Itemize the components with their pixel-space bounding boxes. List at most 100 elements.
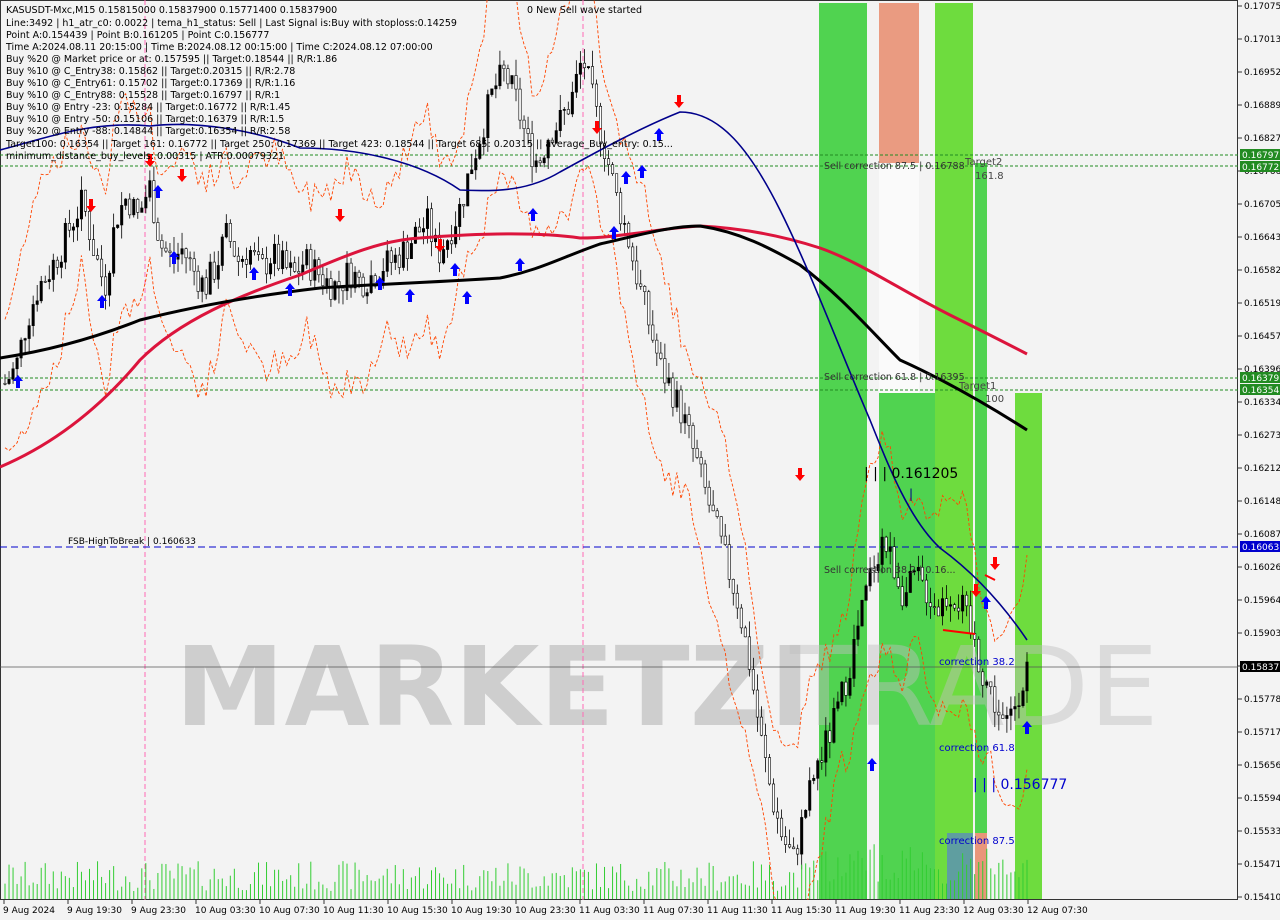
- y-tick-label: 0.16148: [1244, 497, 1280, 507]
- candle-body: [864, 585, 868, 601]
- candle-body: [59, 261, 63, 268]
- candle-body: [442, 249, 446, 264]
- candle-body: [136, 198, 140, 213]
- green-zone-3: [935, 3, 973, 899]
- candle-body: [256, 251, 260, 255]
- y-tick-label: 0.15778: [1244, 695, 1280, 705]
- candle-body: [844, 681, 848, 696]
- sell-correction-382: Sell correction 38.2 | 0.16...: [824, 565, 956, 576]
- candle-body: [277, 243, 281, 270]
- x-tick-label: 10 Aug 15:30: [387, 906, 448, 916]
- candle-body: [570, 91, 574, 115]
- candle-body: [269, 263, 273, 275]
- candle-body: [558, 109, 562, 131]
- info-line-10: Buy %20 @ Entry -88: 0.14844 || Target:0…: [6, 126, 290, 137]
- info-line-1: Line:3492 | h1_atr_c0: 0.0022 | tema_h1_…: [6, 18, 457, 29]
- price-axis[interactable]: 0.17075 0.17013 0.16952 0.16889 0.16827 0.167…: [1238, 0, 1280, 903]
- candle-body: [196, 270, 200, 292]
- candle-body: [470, 169, 474, 175]
- candle-body: [699, 457, 703, 465]
- candle-body: [703, 463, 707, 488]
- candle-body: [393, 254, 397, 263]
- candle-body: [273, 243, 277, 264]
- candle-body: [619, 192, 623, 225]
- candle-body: [969, 605, 973, 634]
- candle-body: [924, 579, 928, 604]
- x-tick-label: 10 Aug 11:30: [323, 906, 384, 916]
- time-axis[interactable]: 9 Aug 2024 9 Aug 19:30 9 Aug 23:30 10 Aug 0…: [0, 900, 1280, 920]
- candle-body: [945, 598, 949, 607]
- candle-body: [140, 207, 144, 213]
- candle-body: [900, 586, 904, 607]
- candle-body: [180, 248, 184, 255]
- candle-body: [832, 708, 836, 743]
- info-line-3: Time A:2024.08.11 20:15:00 | Time B:2024…: [5, 42, 433, 53]
- candle-body: [659, 352, 663, 359]
- candle-body: [518, 88, 522, 121]
- x-tick-label: 11 Aug 15:30: [771, 906, 832, 916]
- candle-body: [168, 250, 172, 253]
- candle-body: [462, 203, 466, 207]
- candle-body: [184, 248, 188, 259]
- candle-body: [776, 811, 780, 819]
- candle-body: [401, 241, 405, 268]
- candle-body: [739, 607, 743, 629]
- candle-body: [989, 681, 993, 688]
- info-line-5: Buy %10 @ C_Entry38: 0.15862 || Target:0…: [6, 66, 295, 77]
- info-line-11: Target100: 0.16354 || Target 161: 0.1677…: [5, 139, 673, 150]
- candle-body: [526, 128, 530, 134]
- candle-body: [1017, 705, 1021, 707]
- candle-body: [365, 292, 369, 297]
- fsb-label: FSB-HighToBreak | 0.160633: [68, 537, 196, 547]
- candle-body: [79, 189, 83, 220]
- candle-body: [261, 254, 265, 259]
- wave-status: 0 New Sell wave started: [527, 5, 642, 16]
- candle-body: [248, 250, 252, 265]
- x-tick-label: 9 Aug 19:30: [67, 906, 122, 916]
- candle-body: [856, 625, 860, 640]
- y-tick-label: 0.17013: [1244, 35, 1280, 45]
- candle-body: [112, 227, 116, 274]
- candle-body: [1001, 714, 1005, 719]
- target1-label: Target1: [958, 381, 996, 392]
- y-tick-label: 0.15533: [1244, 827, 1280, 837]
- candle-body: [711, 504, 715, 512]
- candle-body: [651, 324, 655, 341]
- candle-body: [31, 304, 35, 326]
- price-chart[interactable]: MARKETZI TRADE KASUSDT-Mxc,M15 0.1581500…: [0, 0, 1280, 924]
- candle-body: [707, 486, 711, 506]
- candle-body: [735, 592, 739, 609]
- info-line-2: Point A:0.154439 | Point B:0.161205 | Po…: [6, 30, 269, 41]
- candle-body: [11, 368, 15, 380]
- candle-body: [643, 286, 647, 293]
- y-tick-label: 0.17075: [1244, 2, 1280, 12]
- candle-body: [116, 224, 120, 228]
- candle-body: [751, 669, 755, 691]
- candle-body: [800, 817, 804, 855]
- chart-window[interactable]: MARKETZI TRADE KASUSDT-Mxc,M15 0.1581500…: [0, 0, 1280, 924]
- y-tick-label: 0.16026: [1244, 563, 1280, 573]
- candle-body: [623, 223, 627, 225]
- candle-body: [71, 226, 75, 231]
- candle-body: [860, 599, 864, 627]
- candle-body: [252, 250, 256, 253]
- candle-body: [985, 681, 989, 686]
- candle-body: [156, 222, 160, 241]
- candle-body: [949, 604, 953, 607]
- candle-body: [747, 636, 751, 670]
- candle-body: [723, 535, 727, 545]
- correction-618-label: correction 61.8: [939, 743, 1015, 754]
- candle-body: [474, 158, 478, 171]
- y-tick-label: 0.15717: [1244, 728, 1280, 738]
- candle-body: [164, 247, 168, 252]
- y-tick-label: 0.16273: [1244, 431, 1280, 441]
- y-tick-label: 0.16334: [1244, 398, 1280, 408]
- candle-body: [1013, 706, 1017, 710]
- candle-body: [538, 160, 542, 164]
- candle-body: [216, 265, 220, 280]
- candle-body: [514, 75, 518, 90]
- y-tick-label: 0.16519: [1244, 299, 1280, 309]
- candle-body: [297, 271, 301, 274]
- candle-body: [792, 846, 796, 850]
- candle-body: [611, 164, 615, 175]
